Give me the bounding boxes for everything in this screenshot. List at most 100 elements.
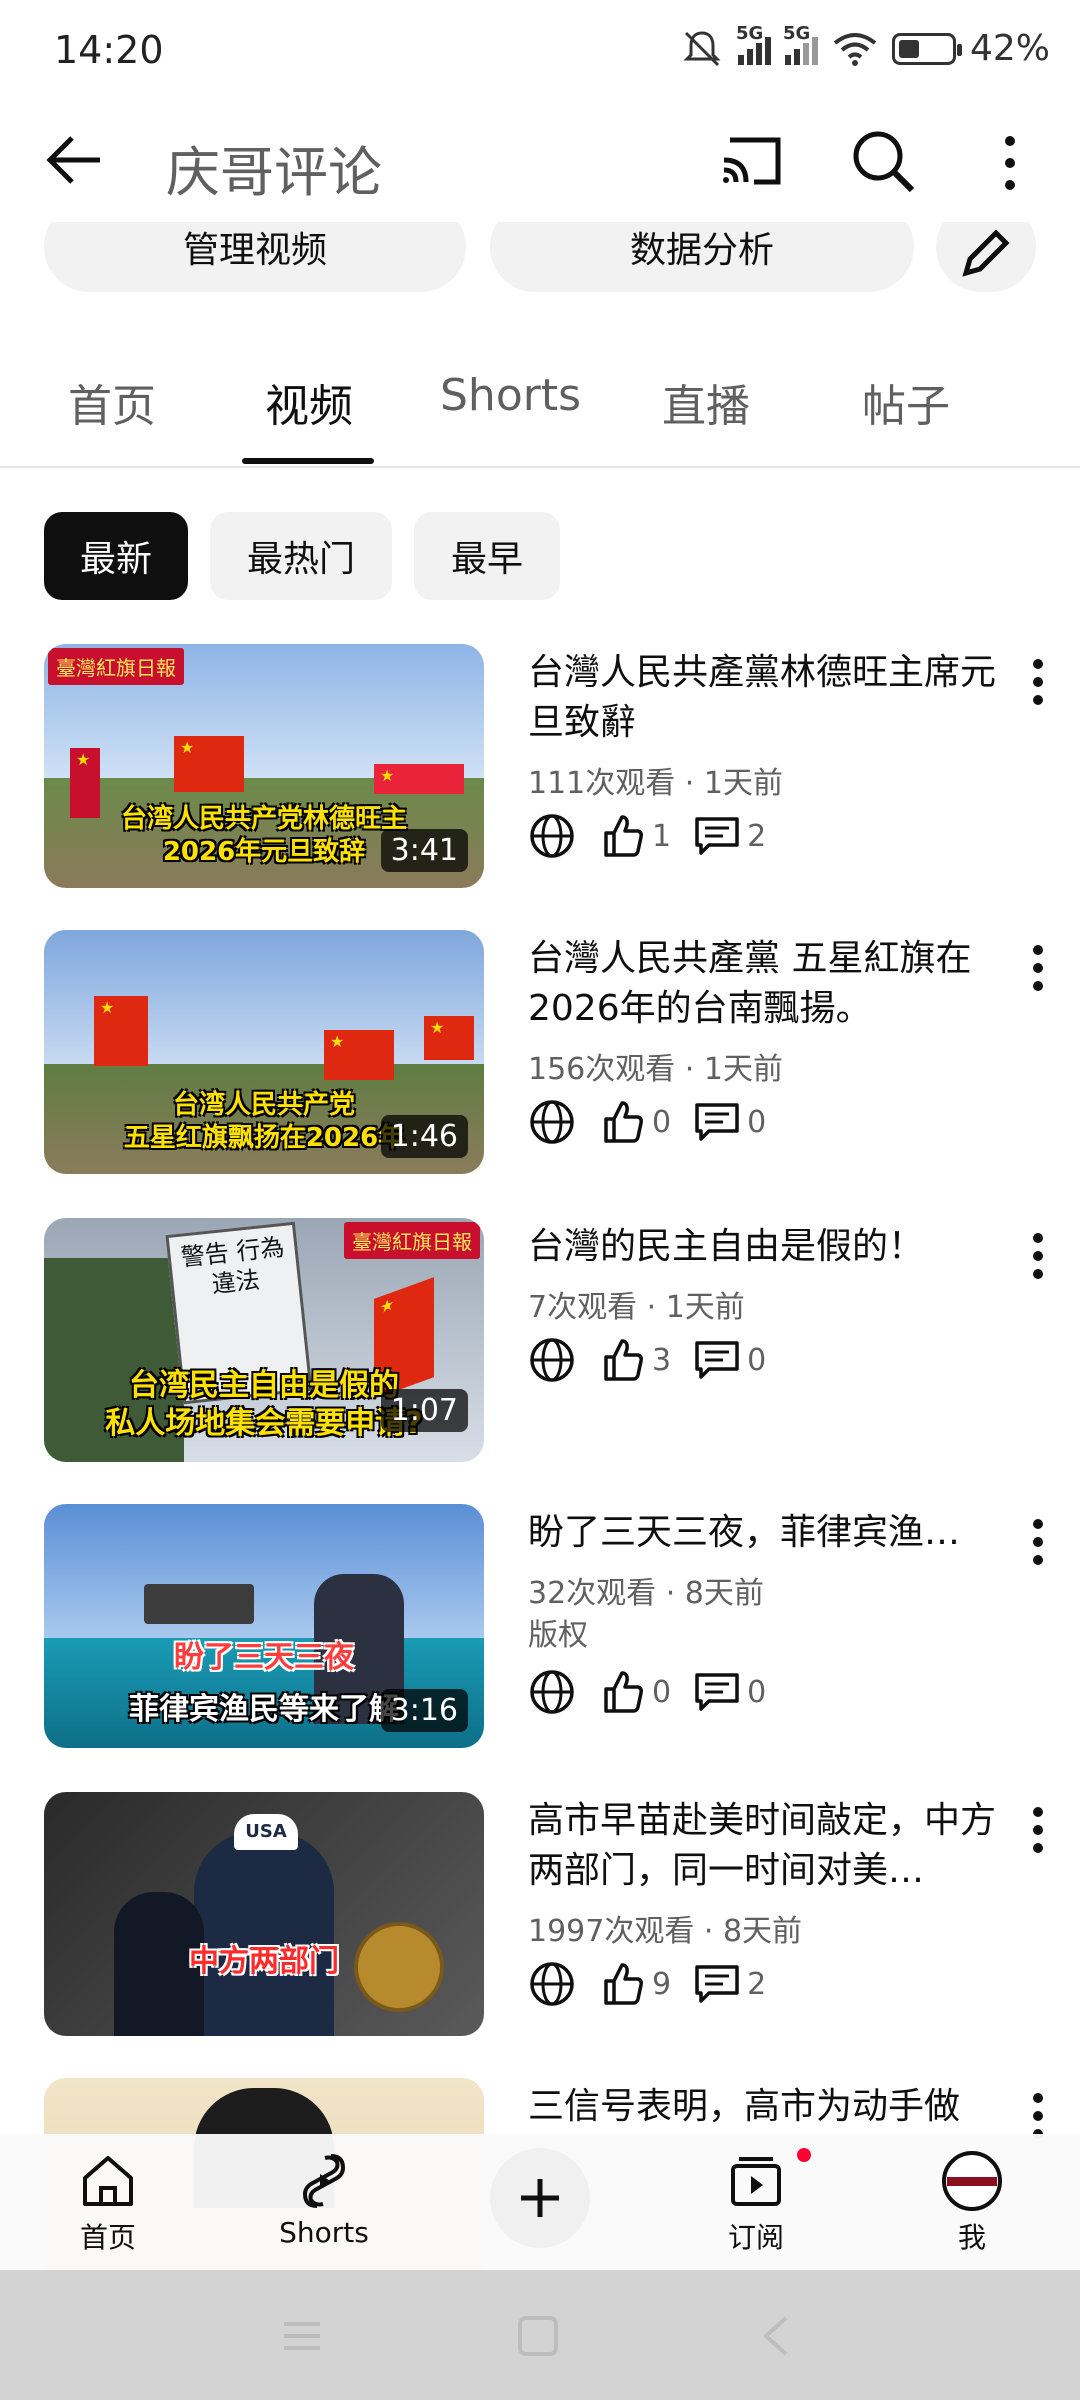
notification-dot [795,2146,813,2164]
like-icon[interactable] [600,1099,646,1145]
edit-button[interactable] [936,222,1036,292]
comment-count: 0 [747,1342,767,1378]
video-more-icon[interactable] [1018,940,1058,1000]
like-count: 0 [652,1104,672,1140]
video-stats: 0 0 [528,1098,788,1146]
video-meta: 32次观看 · 8天前 [528,1576,764,1611]
pencil-icon [962,229,1010,277]
mute-icon [683,30,721,66]
nav-you[interactable]: 我 [912,2150,1032,2256]
comment-count: 2 [747,1966,767,2002]
video-thumbnail[interactable]: 盼了三天三夜 菲律宾渔民等来了解 3:16 [44,1504,484,1748]
manage-videos-button[interactable]: 管理视频 [44,222,466,292]
like-icon[interactable] [600,1961,646,2007]
video-title[interactable]: 三信号表明，高市为动手做 [528,2082,998,2132]
video-thumbnail[interactable]: 台湾人民共产党 五星红旗飘扬在2026年 1:46 [44,930,484,1174]
channel-actions: 管理视频 数据分析 [0,222,1080,292]
back-button-icon[interactable] [756,2316,800,2356]
recents-icon[interactable] [280,2316,324,2356]
like-icon[interactable] [600,813,646,859]
nav-shorts[interactable]: Shorts [264,2150,384,2249]
comment-count: 0 [747,1674,767,1710]
tab-active-indicator [242,458,374,464]
like-count: 3 [652,1342,672,1378]
globe-icon [530,814,574,858]
channel-tabs: 首页 视频 Shorts 直播 帖子 [0,330,1080,468]
like-count: 1 [652,818,672,854]
status-time: 14:20 [54,28,164,72]
like-icon[interactable] [600,1669,646,1715]
video-title[interactable]: 高市早苗赴美时间敲定，中方两部门，同一时间对美… [528,1796,998,1896]
channel-badge: 臺灣紅旗日報 [48,648,184,685]
video-thumbnail[interactable]: USA 中方两部门 [44,1792,484,2036]
cast-icon[interactable] [716,130,786,190]
create-button[interactable] [490,2148,590,2248]
video-meta: 156次观看 · 1天前 [528,1052,783,1087]
like-count: 0 [652,1674,672,1710]
video-title[interactable]: 台灣的民主自由是假的！ [528,1222,998,1272]
cap-text: USA [234,1814,298,1850]
comment-icon[interactable] [693,1961,741,2007]
bottom-navigation: 首页 Shorts 订阅 我 [0,2134,1080,2270]
more-options-icon[interactable] [990,128,1030,198]
video-thumbnail[interactable]: 臺灣紅旗日報 台湾人民共产党林德旺主 2026年元旦致辞 3:41 [44,644,484,888]
chip-latest[interactable]: 最新 [44,512,188,600]
video-item[interactable]: 盼了三天三夜 菲律宾渔民等来了解 3:16 盼了三天三夜，菲律宾渔… 32次观看… [0,1504,1080,1754]
search-icon[interactable] [848,126,918,196]
video-item[interactable]: 台湾人民共产党 五星红旗飘扬在2026年 1:46 台灣人民共產黨 五星紅旗在2… [0,930,1080,1180]
chip-popular[interactable]: 最热门 [210,512,392,600]
globe-icon [530,1962,574,2006]
video-more-icon[interactable] [1018,654,1058,714]
status-bar: 14:20 5G 5G 42% [0,0,1080,100]
home-button-icon[interactable] [516,2316,560,2356]
video-item[interactable]: USA 中方两部门 高市早苗赴美时间敲定，中方两部门，同一时间对美… 1997次… [0,1792,1080,2042]
comment-count: 0 [747,1104,767,1140]
video-title[interactable]: 盼了三天三夜，菲律宾渔… [528,1508,998,1558]
tab-posts[interactable]: 帖子 [862,370,950,434]
back-arrow-icon[interactable] [40,130,110,190]
video-title[interactable]: 台灣人民共產黨林德旺主席元旦致辭 [528,648,998,748]
tab-shorts[interactable]: Shorts [440,370,581,421]
thumbnail-caption-red: 盼了三天三夜 [174,1639,354,1675]
avatar [942,2151,1002,2211]
comment-icon[interactable] [693,1337,741,1383]
tab-live[interactable]: 直播 [662,370,750,434]
video-title[interactable]: 台灣人民共產黨 五星紅旗在2026年的台南飄揚。 [528,934,998,1034]
wifi-icon [833,32,877,66]
comment-icon[interactable] [693,813,741,859]
app-bar: 庆哥评论 [0,110,1080,210]
comment-icon[interactable] [693,1669,741,1715]
subscriptions-icon [731,2157,781,2206]
comment-icon[interactable] [693,1099,741,1145]
tab-home[interactable]: 首页 [68,370,156,434]
tab-videos[interactable]: 视频 [265,370,353,434]
comment-count: 2 [747,818,767,854]
analytics-button[interactable]: 数据分析 [490,222,914,292]
nav-home[interactable]: 首页 [48,2150,168,2256]
system-navigation-bar [0,2270,1080,2400]
video-duration: 3:16 [380,1689,468,1732]
like-icon[interactable] [600,1337,646,1383]
chip-oldest[interactable]: 最早 [414,512,560,600]
video-duration: 3:41 [380,829,468,872]
globe-icon [530,1100,574,1144]
video-thumbnail[interactable]: 警告 行為違法 臺灣紅旗日報 台湾民主自由是假的 私人场地集会需要申请? 1:0… [44,1218,484,1462]
globe-icon [530,1670,574,1714]
thumbnail-caption-red: 中方两部门 [189,1943,339,1979]
video-item[interactable]: 臺灣紅旗日報 台湾人民共产党林德旺主 2026年元旦致辞 3:41 台灣人民共產… [0,644,1080,894]
channel-title: 庆哥评论 [166,141,382,204]
nav-subscriptions[interactable]: 订阅 [696,2146,816,2256]
video-duration: 1:07 [380,1389,468,1432]
video-duration: 1:46 [380,1115,468,1158]
video-item[interactable]: 警告 行為違法 臺灣紅旗日報 台湾民主自由是假的 私人场地集会需要申请? 1:0… [0,1218,1080,1468]
battery-icon [891,32,962,65]
video-more-icon[interactable] [1018,1514,1058,1574]
video-more-icon[interactable] [1018,1802,1058,1862]
battery-percent: 42% [969,28,1050,69]
video-more-icon[interactable] [1018,1228,1058,1288]
signal-icon-2: 5G [783,23,818,65]
status-icons: 5G 5G 42% [680,23,1050,69]
video-meta: 1997次观看 · 8天前 [528,1914,803,1949]
video-stats: 3 0 [528,1336,788,1384]
video-meta: 7次观看 · 1天前 [528,1290,745,1325]
